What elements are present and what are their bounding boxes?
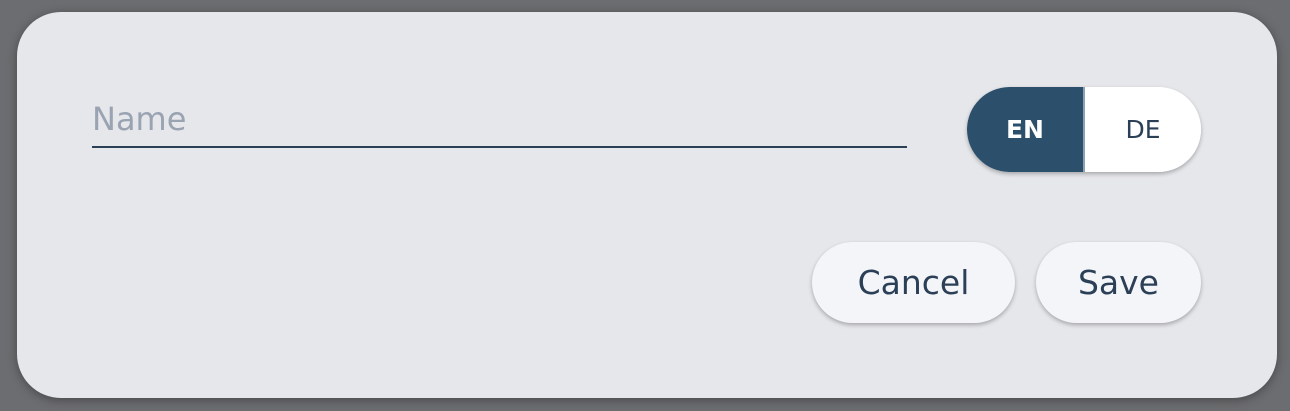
language-option-de[interactable]: DE [1085,87,1201,172]
language-option-en[interactable]: EN [967,87,1085,172]
cancel-button[interactable]: Cancel [812,242,1015,323]
edit-name-dialog: EN DE Cancel Save [17,12,1277,398]
language-toggle: EN DE [967,87,1201,172]
name-input[interactable] [92,96,907,142]
name-field [92,96,907,148]
save-button[interactable]: Save [1036,242,1201,323]
